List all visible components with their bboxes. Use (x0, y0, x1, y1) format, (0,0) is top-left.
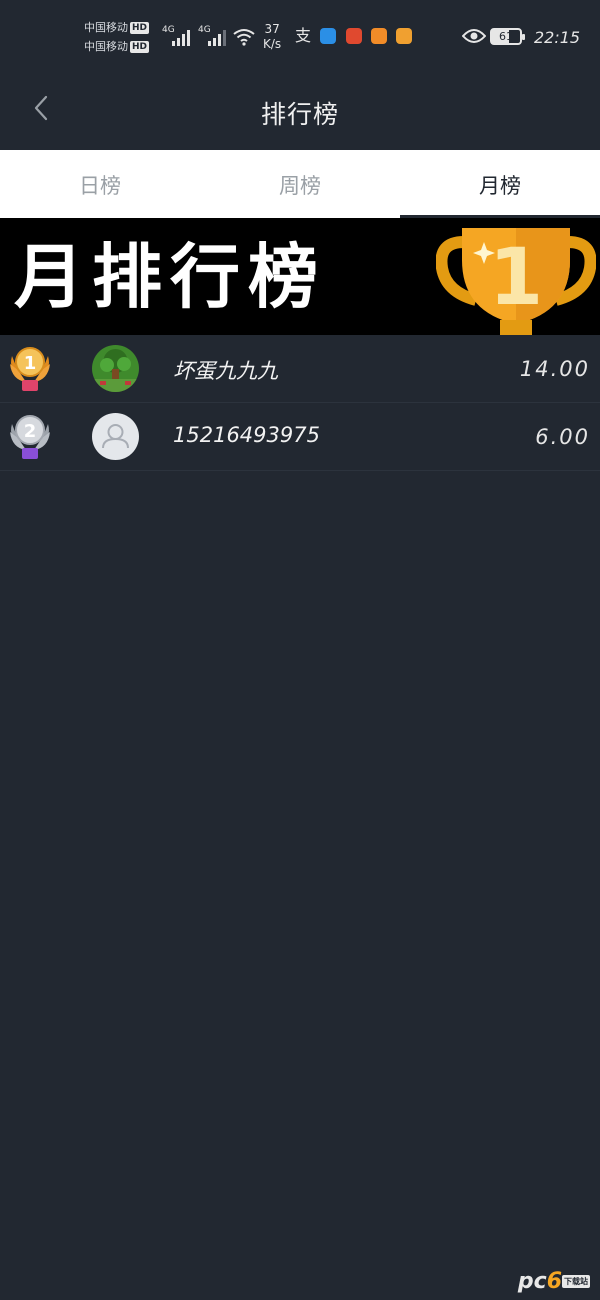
battery-indicator: 61 (490, 28, 525, 45)
eye-icon (462, 29, 486, 43)
avatar[interactable] (92, 413, 139, 460)
clock: 22:15 (534, 28, 581, 47)
trophy-icon: 1 (436, 228, 596, 335)
status-bar: 中国移动 HD 中国移动 HD 4G 4G 37 K/s 支 61 22:15 (0, 0, 600, 75)
ranking-row[interactable]: 2 15216493975 6.00 (0, 403, 600, 471)
player-score: 14.00 (519, 357, 590, 381)
taobao-app-icon (371, 28, 387, 44)
tab-monthly[interactable]: 月榜 (400, 150, 600, 218)
page-title: 排行榜 (260, 100, 339, 129)
tab-daily[interactable]: 日榜 (0, 150, 200, 218)
svg-text:1: 1 (489, 233, 543, 323)
tree-avatar-icon (92, 345, 139, 392)
carrier-1: 中国移动 HD (84, 21, 150, 34)
notification-app-icon (396, 28, 412, 44)
monthly-ranking-banner: 月排行榜 1 (0, 218, 600, 335)
default-user-icon (102, 424, 129, 449)
app-header: 排行榜 (0, 75, 600, 150)
ranking-row[interactable]: 1 坏蛋九九九 14.00 (0, 335, 600, 403)
weather-app-icon (320, 28, 336, 44)
silver-medal-icon: 2 (10, 415, 50, 459)
signal-bars-2-icon (208, 28, 226, 46)
net-speed: 37 K/s (263, 22, 282, 51)
svg-text:2: 2 (24, 421, 37, 442)
wifi-icon (233, 29, 255, 46)
avatar[interactable] (92, 345, 139, 392)
player-name: 坏蛋九九九 (173, 359, 278, 383)
signal-bars-1-icon (172, 28, 190, 46)
svg-text:1: 1 (24, 353, 37, 374)
period-tabs: 日榜 周榜 月榜 (0, 150, 600, 218)
alipay-icon: 支 (295, 26, 312, 45)
watermark-logo: pc6 下载站 (517, 1269, 590, 1294)
gold-medal-icon: 1 (10, 347, 50, 391)
player-name: 15216493975 (173, 423, 320, 447)
tab-weekly[interactable]: 周榜 (200, 150, 400, 218)
shopping-app-icon (346, 28, 362, 44)
banner-title: 月排行榜 (14, 235, 326, 318)
player-score: 6.00 (535, 425, 590, 449)
carrier-2: 中国移动 HD (84, 40, 150, 53)
